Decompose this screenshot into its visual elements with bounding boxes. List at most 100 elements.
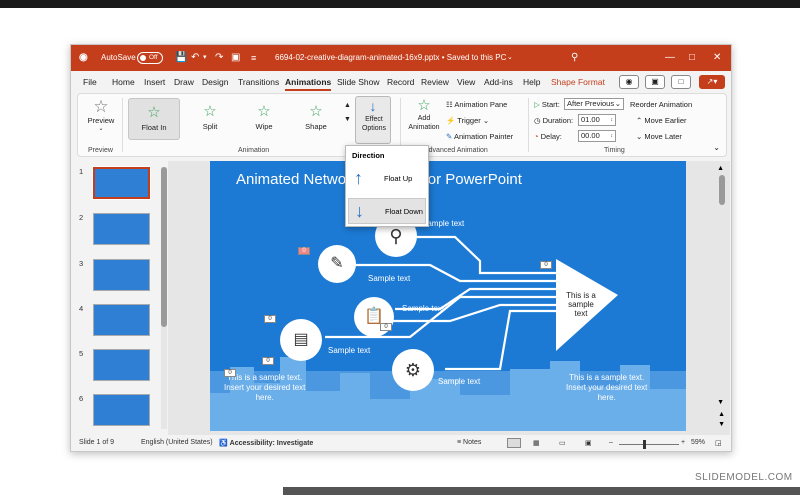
slide-thumbnail-1[interactable] xyxy=(92,166,151,200)
normal-view-icon[interactable] xyxy=(507,438,521,448)
animation-float-in[interactable]: ☆ Float In xyxy=(128,98,180,140)
menu-add-ins[interactable]: Add-ins xyxy=(484,77,513,87)
thumbnails-scroll-thumb[interactable] xyxy=(161,167,167,327)
menu-help[interactable]: Help xyxy=(523,77,540,87)
duration-stepper-icon[interactable]: ↕ xyxy=(611,115,614,125)
comments-icon[interactable]: □ xyxy=(671,75,691,89)
file-title[interactable]: 6694-02-creative-diagram-animated-16x9.p… xyxy=(275,45,506,71)
zoom-out-icon[interactable]: – xyxy=(609,439,613,446)
body-text-left[interactable]: This is a sample text. Insert your desir… xyxy=(224,373,305,403)
slide-thumbnail-6[interactable] xyxy=(93,394,150,426)
maximize-icon[interactable]: □ xyxy=(689,45,695,71)
animation-tag[interactable]: 0 xyxy=(540,261,552,269)
fit-slide-icon[interactable]: ◲ xyxy=(715,439,722,447)
menu-transitions[interactable]: Transitions xyxy=(238,77,279,87)
animation-tag[interactable]: 0 xyxy=(224,369,236,377)
chart-circle[interactable]: ▤ xyxy=(280,319,322,361)
previous-slide-icon[interactable]: ▲ xyxy=(718,411,725,418)
pencil-circle[interactable]: ✎ xyxy=(318,245,356,283)
zoom-level[interactable]: 59% xyxy=(691,439,705,446)
gear-circle[interactable]: ⚙ xyxy=(392,349,434,391)
slide-number: 1 xyxy=(79,167,84,176)
record-icon[interactable]: ◉ xyxy=(619,75,639,89)
teams-icon[interactable]: ▣ xyxy=(645,75,665,89)
slide-number: 5 xyxy=(79,349,84,358)
move-later-button[interactable]: ⌄ Move Later xyxy=(636,132,682,141)
menu-design[interactable]: Design xyxy=(202,77,228,87)
float-down-option[interactable]: ↓ Float Down xyxy=(348,198,426,224)
animation-shape[interactable]: ☆ Shape xyxy=(290,98,342,140)
menu-home[interactable]: Home xyxy=(112,77,135,87)
notes-button[interactable]: ≡ Notes xyxy=(457,439,481,446)
animation-painter-button[interactable]: ✎ Animation Painter xyxy=(446,132,513,141)
sample-text-3[interactable]: Sample text xyxy=(402,304,444,313)
accessibility-status[interactable]: ♿ Accessibility: Investigate xyxy=(219,439,313,447)
zoom-slider[interactable] xyxy=(619,444,679,445)
delay-stepper-icon[interactable]: ↕ xyxy=(611,131,614,141)
body-text-right[interactable]: This is a sample text. Insert your desir… xyxy=(566,373,647,403)
reading-view-icon[interactable]: ▭ xyxy=(559,439,566,447)
collapse-ribbon-icon[interactable]: ⌄ xyxy=(713,143,720,152)
slide-thumbnail-2[interactable] xyxy=(93,213,150,245)
canvas-scroll-up-icon[interactable]: ▲ xyxy=(717,165,724,172)
slide-sorter-icon[interactable]: ▦ xyxy=(533,439,540,447)
trigger-button[interactable]: ⚡ Trigger ⌄ xyxy=(446,116,489,125)
search-icon[interactable]: ⚲ xyxy=(571,45,578,71)
slide[interactable]: Animated Network Diagram for PowerPoint … xyxy=(210,161,686,431)
duration-input[interactable]: 01.00 ↕ xyxy=(578,114,616,126)
animation-wipe[interactable]: ☆ Wipe xyxy=(238,98,290,140)
menu-slide-show[interactable]: Slide Show xyxy=(337,77,380,87)
animation-split[interactable]: ☆ Split xyxy=(184,98,236,140)
arrow-down-icon: ↓ xyxy=(355,201,364,221)
menu-file[interactable]: File xyxy=(83,77,97,87)
slideshow-view-icon[interactable]: ▣ xyxy=(585,439,592,447)
present-icon[interactable]: ▣ xyxy=(231,45,240,71)
animation-pane-button[interactable]: ☷ Animation Pane xyxy=(446,100,507,109)
zoom-in-icon[interactable]: + xyxy=(681,439,685,446)
gallery-scroll-down-icon[interactable]: ▼ xyxy=(344,116,351,123)
save-icon[interactable]: 💾 xyxy=(175,45,187,71)
sample-text-5[interactable]: Sample text xyxy=(438,377,480,386)
delay-input[interactable]: 00.00 ↕ xyxy=(578,130,616,142)
menu-record[interactable]: Record xyxy=(387,77,414,87)
minimize-icon[interactable]: — xyxy=(665,45,675,71)
add-animation-button[interactable]: ☆ Add Animation xyxy=(406,98,442,132)
undo-dropdown-icon[interactable]: ▾ xyxy=(203,45,207,71)
move-earlier-button[interactable]: ⌃ Move Earlier xyxy=(636,116,687,125)
close-icon[interactable]: ✕ xyxy=(713,45,721,71)
menu-review[interactable]: Review xyxy=(421,77,449,87)
sample-text-2[interactable]: Sample text xyxy=(368,274,410,283)
canvas-scroll-thumb[interactable] xyxy=(719,175,725,205)
menu-insert[interactable]: Insert xyxy=(144,77,165,87)
preview-button[interactable]: ☆ Preview ⌄ xyxy=(84,98,118,133)
canvas-scroll-down-icon[interactable]: ▼ xyxy=(717,399,724,406)
animation-tag[interactable]: 0 xyxy=(264,315,276,323)
undo-icon[interactable]: ↶ xyxy=(191,45,199,71)
slide-thumbnail-4[interactable] xyxy=(93,304,150,336)
share-icon[interactable]: ↗▾ xyxy=(699,75,725,89)
menu-animations[interactable]: Animations xyxy=(285,77,332,91)
thumbnails-scrollbar[interactable] xyxy=(161,167,167,429)
zoom-slider-handle[interactable] xyxy=(643,440,646,449)
animation-tag[interactable]: 0 xyxy=(380,323,392,331)
menu-view[interactable]: View xyxy=(457,77,475,87)
sample-text-4[interactable]: Sample text xyxy=(328,346,370,355)
menu-draw[interactable]: Draw xyxy=(174,77,194,87)
float-up-option[interactable]: ↑ Float Up xyxy=(348,166,426,192)
autosave-toggle[interactable]: Off xyxy=(137,52,163,64)
start-select[interactable]: After Previous ⌄ xyxy=(564,98,624,110)
language-status[interactable]: English (United States) xyxy=(141,439,213,446)
clipboard-circle[interactable]: 📋 xyxy=(354,297,394,337)
animation-tag[interactable]: 0 xyxy=(298,247,310,255)
customize-toolbar-icon[interactable]: ≡ xyxy=(251,45,256,71)
animation-tag[interactable]: 0 xyxy=(262,357,274,365)
next-slide-icon[interactable]: ▼ xyxy=(718,421,725,428)
arrow-center-text[interactable]: This is a sample text xyxy=(564,291,598,318)
redo-icon[interactable]: ↷ xyxy=(215,45,223,71)
effect-options-button[interactable]: ↓ Effect Options xyxy=(355,96,391,144)
slide-thumbnail-5[interactable] xyxy=(93,349,150,381)
slide-thumbnail-3[interactable] xyxy=(93,259,150,291)
menu-shape-format[interactable]: Shape Format xyxy=(551,77,605,87)
title-chevron-icon[interactable]: ⌄ xyxy=(507,45,513,71)
gallery-scroll-up-icon[interactable]: ▲ xyxy=(344,102,351,109)
